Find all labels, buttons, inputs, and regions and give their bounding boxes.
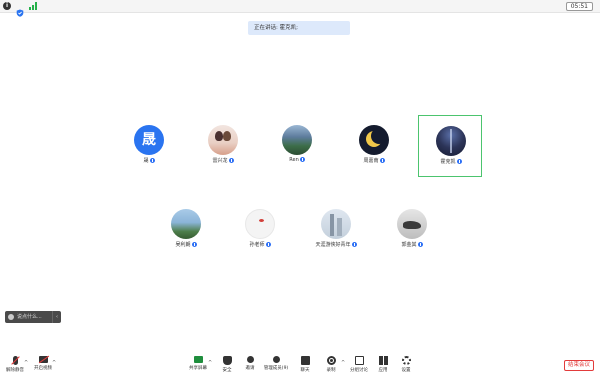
collapse-chevron-icon[interactable]: ‹	[52, 311, 61, 323]
participant-name: 霍克凯	[440, 159, 456, 165]
chat-placeholder[interactable]: 说点什么...	[17, 311, 42, 323]
participant-tile[interactable]: 孙老师	[228, 199, 292, 261]
mic-icon	[379, 158, 385, 163]
invite-icon	[246, 356, 254, 363]
participant-tile[interactable]: 郭金其	[380, 199, 444, 261]
meeting-window: i 05:51 正在讲话: 霍克凯; 晟 晟 雷兴龙 Ren 周嘉南 霍克凯 吴…	[0, 0, 600, 377]
top-bar: i 05:51	[0, 0, 600, 17]
mic-icon	[191, 242, 197, 247]
mic-icon	[265, 242, 271, 247]
manage-participants-button[interactable]: 管理成员(9)	[261, 356, 291, 376]
share-screen-icon	[193, 356, 203, 363]
participant-tile[interactable]: 雷兴龙	[191, 115, 255, 177]
mic-icon	[228, 158, 234, 163]
participant-name: 郭金其	[401, 242, 417, 248]
record-label: 录制	[326, 368, 336, 373]
participant-tile[interactable]: 天涯游侠好青年	[304, 199, 368, 261]
mic-icon	[299, 157, 305, 162]
info-icon[interactable]: i	[3, 2, 11, 10]
avatar	[359, 125, 389, 155]
security-icon	[222, 356, 232, 365]
avatar: 晟	[134, 125, 164, 155]
speaking-indicator: 正在讲话: 霍克凯;	[248, 21, 350, 35]
breakout-rooms-icon	[354, 356, 364, 365]
participants-icon	[272, 356, 280, 363]
muted-mic-icon	[12, 356, 18, 365]
security-shield-icon[interactable]	[16, 2, 24, 17]
participant-tile[interactable]: Ren	[265, 115, 329, 177]
video-options-caret-icon[interactable]: ^	[52, 360, 56, 366]
participant-tile-active[interactable]: 霍克凯	[418, 115, 482, 177]
mic-icon	[149, 158, 155, 163]
settings-label: 设置	[401, 368, 411, 373]
meeting-toolbar: 解除静音 ^ 开启视频 ^ 共享屏幕 ^ 安全 邀请 管理成员(9) 聊天 录制…	[0, 353, 600, 377]
emoji-icon[interactable]	[8, 314, 14, 320]
unmute-button[interactable]: 解除静音	[0, 356, 30, 376]
participant-name: 吴利朗	[175, 242, 191, 248]
mic-icon	[456, 159, 462, 164]
manage-participants-label: 管理成员(9)	[263, 366, 289, 371]
settings-button[interactable]: 设置	[391, 356, 421, 376]
participant-name: 晟	[143, 158, 149, 164]
chat-quick-input[interactable]: 说点什么... ‹	[5, 311, 61, 323]
unmute-label: 解除静音	[6, 368, 24, 373]
start-video-button[interactable]: 开启视频	[28, 356, 58, 376]
apps-icon	[378, 356, 388, 365]
avatar	[436, 126, 466, 156]
mic-icon	[351, 242, 357, 247]
end-meeting-button[interactable]: 结束会议	[564, 360, 594, 371]
mic-icon	[417, 242, 423, 247]
meeting-timer: 05:51	[565, 2, 593, 11]
participant-name: 天涯游侠好青年	[315, 242, 351, 248]
participant-name: 周嘉南	[363, 158, 379, 164]
signal-strength-icon[interactable]	[29, 2, 37, 10]
participant-name: 雷兴龙	[212, 158, 228, 164]
participant-tile[interactable]: 周嘉南	[342, 115, 406, 177]
gear-icon	[401, 356, 411, 365]
participant-tile[interactable]: 吴利朗	[154, 199, 218, 261]
record-icon	[326, 356, 336, 365]
avatar	[208, 125, 238, 155]
participant-tile[interactable]: 晟 晟	[117, 115, 181, 177]
video-off-icon	[38, 356, 48, 363]
avatar	[282, 125, 312, 155]
chat-icon	[300, 356, 310, 365]
share-screen-button[interactable]: 共享屏幕	[183, 356, 213, 376]
record-button[interactable]: 录制	[316, 356, 346, 376]
participant-name: 孙老师	[249, 242, 265, 248]
avatar	[245, 209, 275, 239]
participant-name: Ren	[289, 157, 299, 163]
avatar	[321, 209, 351, 239]
avatar	[397, 209, 427, 239]
avatar	[171, 209, 201, 239]
